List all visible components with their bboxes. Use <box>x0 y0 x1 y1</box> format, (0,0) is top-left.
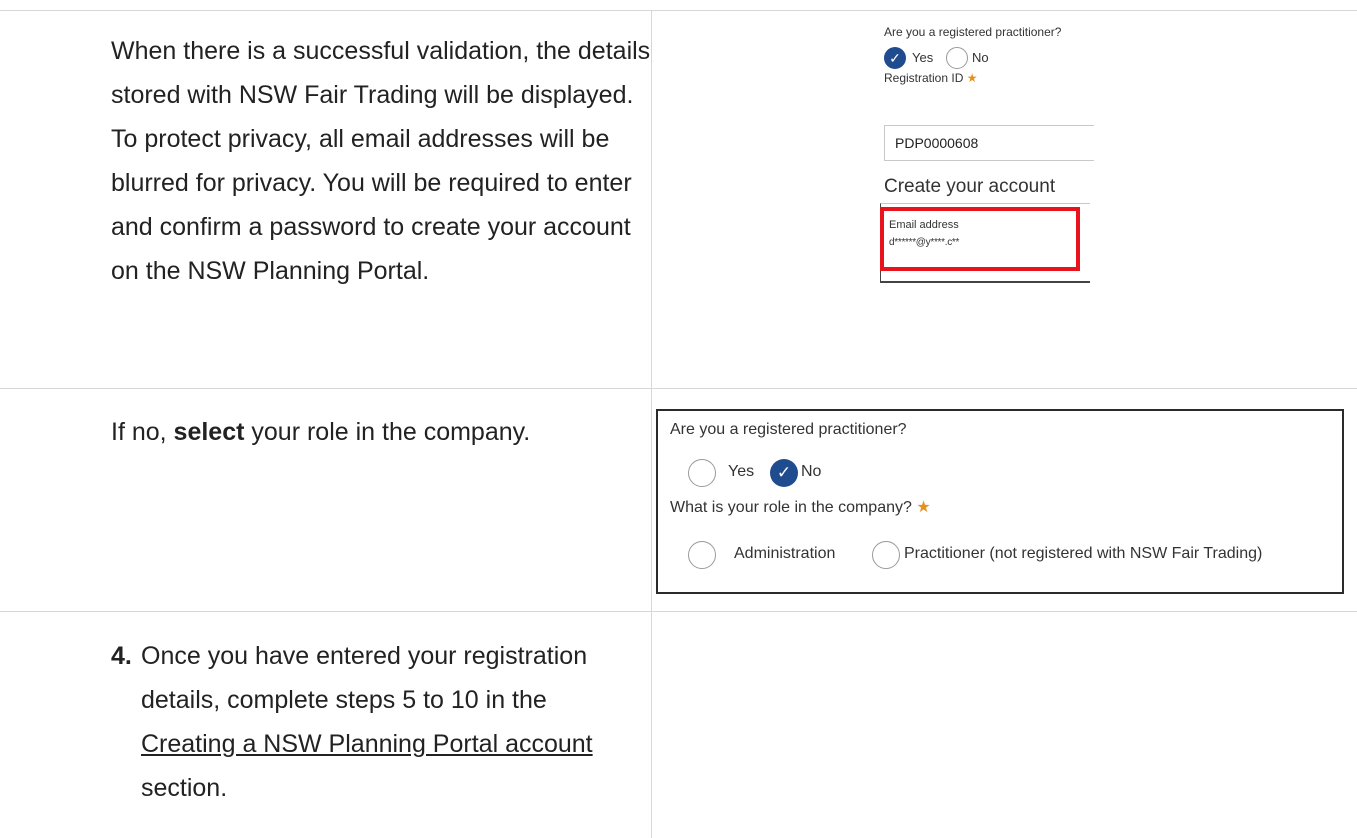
email-address-value: d******@y****.c** <box>889 237 960 248</box>
checkmark-icon: ✓ <box>889 50 901 66</box>
step-text: Once you have entered your registration … <box>141 642 588 714</box>
registered-practitioner-question: Are you a registered practitioner? <box>670 421 907 438</box>
row-1-text: When there is a successful validation, t… <box>111 37 651 285</box>
registration-id-input[interactable]: PDP0000608 <box>884 125 1094 161</box>
administration-label: Administration <box>734 545 836 562</box>
select-emphasis: select <box>173 418 245 446</box>
role-question-label: What is your role in the company? ★ <box>670 499 931 516</box>
row-2-text: If no, select your role in the company. <box>111 418 531 446</box>
practitioner-radio[interactable] <box>872 541 900 569</box>
registration-id-value: PDP0000608 <box>895 135 979 151</box>
screenshot-registered-practitioner-no: Are you a registered practitioner? Yes ✓… <box>656 409 1344 594</box>
screenshot-registered-practitioner-yes: Are you a registered practitioner? ✓ Yes… <box>880 21 1094 283</box>
yes-label: Yes <box>912 50 934 65</box>
practitioner-label: Practitioner (not registered with NSW Fa… <box>904 545 1263 562</box>
table-border-top <box>0 10 1357 11</box>
row-3-step: 4. Once you have entered your registrati… <box>111 634 631 810</box>
required-star-icon: ★ <box>966 71 978 85</box>
step-text-end: section. <box>141 774 228 802</box>
step-number: 4. <box>111 642 132 670</box>
no-label: No <box>801 463 822 480</box>
registered-practitioner-question: Are you a registered practitioner? <box>884 25 1062 39</box>
yes-radio[interactable] <box>688 459 716 487</box>
table-column-divider <box>651 10 652 838</box>
no-radio[interactable] <box>946 47 968 69</box>
email-address-label: Email address <box>889 219 959 231</box>
no-label: No <box>972 50 989 65</box>
create-account-heading: Create your account <box>884 176 1056 197</box>
yes-label: Yes <box>728 463 755 480</box>
table-divider-1 <box>0 388 1357 389</box>
administration-radio[interactable] <box>688 541 716 569</box>
no-radio-selected[interactable]: ✓ <box>770 459 798 487</box>
table-divider-2 <box>0 611 1357 612</box>
registration-id-label: Registration ID ★ <box>884 71 978 85</box>
yes-radio-selected[interactable]: ✓ <box>884 47 906 69</box>
checkmark-icon: ✓ <box>776 463 792 482</box>
required-star-icon: ★ <box>916 499 931 516</box>
creating-account-link[interactable]: Creating a NSW Planning Portal account <box>141 730 593 758</box>
